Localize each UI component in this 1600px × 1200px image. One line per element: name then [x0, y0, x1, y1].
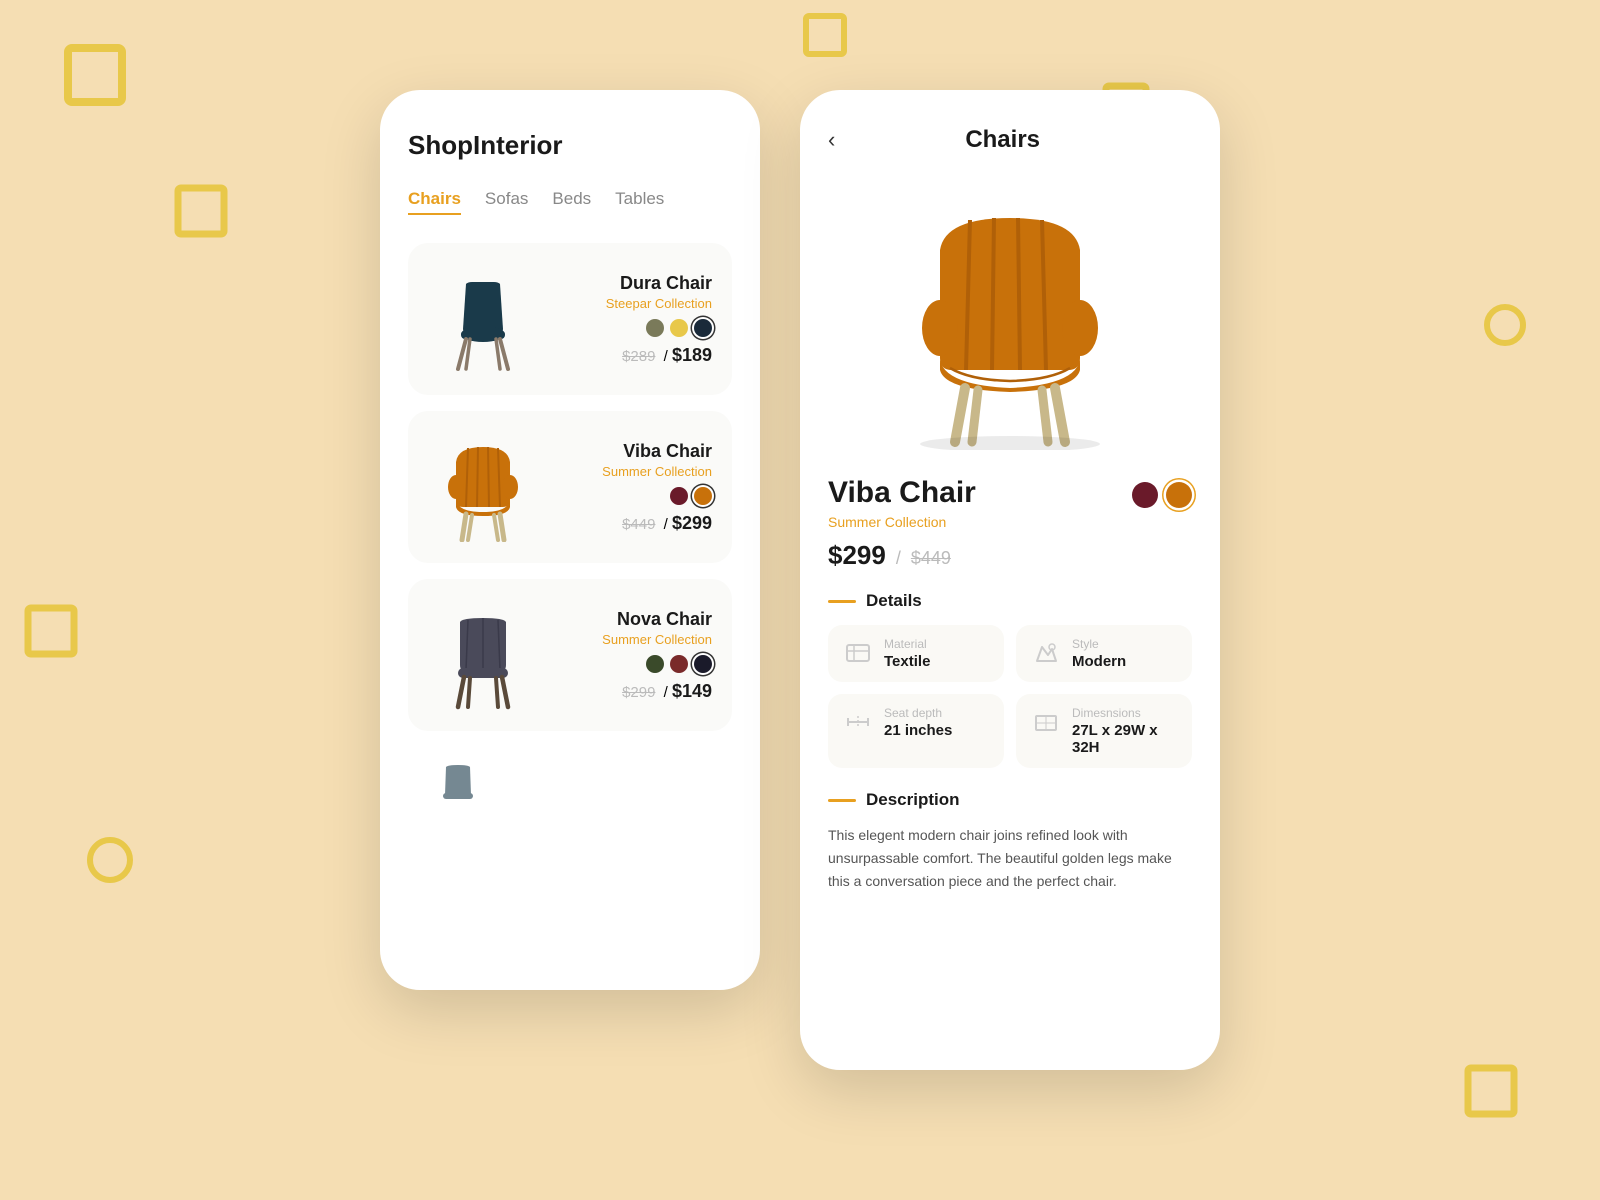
tile-label-seat-depth: Seat depth	[884, 706, 952, 720]
tab-tables[interactable]: Tables	[615, 189, 664, 215]
detail-content: Viba Chair Summer Collection $299 / $449…	[800, 460, 1220, 913]
price-new-dura: $189	[672, 345, 712, 365]
product-price-dura: $289 / $189	[558, 345, 712, 366]
description-section-line	[828, 799, 856, 802]
deco-circle-bl	[80, 830, 140, 890]
style-icon	[1030, 637, 1062, 669]
product-price-viba: $449 / $299	[558, 513, 712, 534]
tile-value-style: Modern	[1072, 653, 1126, 670]
tile-style: Style Modern	[1016, 625, 1192, 682]
product-image-dura	[418, 259, 548, 379]
description-section-label: Description	[866, 790, 960, 810]
detail-name-row: Viba Chair	[828, 476, 1192, 510]
product-name-dura: Dura Chair	[558, 273, 712, 294]
product-collection-viba: Summer Collection	[558, 464, 712, 479]
tab-beds[interactable]: Beds	[552, 189, 591, 215]
tile-value-seat-depth: 21 inches	[884, 722, 952, 739]
product-card-partial	[408, 747, 732, 817]
tile-value-material: Textile	[884, 653, 930, 670]
swatch-olive[interactable]	[646, 319, 664, 337]
deco-square-top-mid	[800, 10, 855, 65]
tile-value-dimensions: 27L x 29W x 32H	[1072, 722, 1178, 756]
price-new-nova: $149	[672, 681, 712, 701]
details-section-line	[828, 600, 856, 603]
category-tabs: Chairs Sofas Beds Tables	[408, 189, 732, 215]
dura-chair-illustration	[428, 264, 538, 374]
product-card-viba[interactable]: Viba Chair Summer Collection $449 / $299	[408, 411, 732, 563]
product-card-dura[interactable]: Dura Chair Steepar Collection $289 / $18…	[408, 243, 732, 395]
material-icon	[842, 637, 874, 669]
app-title: ShopInterior	[408, 130, 732, 161]
tile-info-seat-depth: Seat depth 21 inches	[884, 706, 952, 739]
deco-square-tl	[60, 40, 140, 120]
details-grid: Material Textile Style	[828, 625, 1192, 768]
tab-chairs[interactable]: Chairs	[408, 189, 461, 215]
detail-price-row: $299 / $449	[828, 540, 1192, 571]
product-collection-dura: Steepar Collection	[558, 296, 712, 311]
product-info-nova: Nova Chair Summer Collection $299 / $149	[558, 609, 712, 702]
phones-container: ShopInterior Chairs Sofas Beds Tables	[380, 90, 1220, 1070]
color-swatches-dura	[558, 319, 712, 337]
product-collection-nova: Summer Collection	[558, 632, 712, 647]
product-info-dura: Dura Chair Steepar Collection $289 / $18…	[558, 273, 712, 366]
deco-square-br	[1460, 1060, 1530, 1130]
viba-chair-hero	[870, 190, 1150, 450]
deco-square-ml	[20, 600, 90, 670]
detail-price-old: $449	[911, 548, 951, 569]
detail-collection: Summer Collection	[828, 514, 1192, 530]
phone-left: ShopInterior Chairs Sofas Beds Tables	[380, 90, 760, 990]
tab-sofas[interactable]: Sofas	[485, 189, 528, 215]
detail-swatch-burgundy[interactable]	[1132, 482, 1158, 508]
product-name-viba: Viba Chair	[558, 441, 712, 462]
product-card-nova[interactable]: Nova Chair Summer Collection $299 / $149	[408, 579, 732, 731]
details-section-header: Details	[828, 591, 1192, 611]
product-image-nova	[418, 595, 548, 715]
details-section-label: Details	[866, 591, 922, 611]
viba-chair-illustration	[428, 432, 538, 542]
detail-page-title: Chairs	[835, 126, 1170, 154]
partial-chair-icon	[428, 757, 488, 817]
price-old-dura: $289	[622, 348, 655, 365]
product-price-nova: $299 / $149	[558, 681, 712, 702]
swatch-burgundy[interactable]	[670, 487, 688, 505]
swatch-orange[interactable]	[694, 487, 712, 505]
tile-seat-depth: Seat depth 21 inches	[828, 694, 1004, 768]
dimensions-icon	[1030, 706, 1062, 738]
product-info-viba: Viba Chair Summer Collection $449 / $299	[558, 441, 712, 534]
color-swatches-nova	[558, 655, 712, 673]
tile-info-material: Material Textile	[884, 637, 930, 670]
detail-header: ‹ Chairs	[800, 90, 1220, 170]
detail-color-swatches	[1132, 482, 1192, 508]
description-text: This elegent modern chair joins refined …	[828, 824, 1192, 893]
deco-square-left-mid	[170, 180, 240, 250]
phone-right: ‹ Chairs	[800, 90, 1220, 1070]
detail-chair-name: Viba Chair	[828, 476, 976, 510]
tile-label-style: Style	[1072, 637, 1126, 651]
price-old-viba: $449	[622, 516, 655, 533]
nova-chair-illustration	[428, 600, 538, 710]
swatch-navy[interactable]	[694, 319, 712, 337]
deco-circle-r	[1480, 300, 1530, 350]
price-old-nova: $299	[622, 684, 655, 701]
swatch-green[interactable]	[646, 655, 664, 673]
tile-info-style: Style Modern	[1072, 637, 1126, 670]
price-new-viba: $299	[672, 513, 712, 533]
color-swatches-viba	[558, 487, 712, 505]
tile-label-dimensions: Dimesnsions	[1072, 706, 1178, 720]
tile-info-dimensions: Dimesnsions 27L x 29W x 32H	[1072, 706, 1178, 756]
swatch-red[interactable]	[670, 655, 688, 673]
detail-swatch-orange[interactable]	[1166, 482, 1192, 508]
tile-label-material: Material	[884, 637, 930, 651]
product-image-viba	[418, 427, 548, 547]
detail-price-new: $299	[828, 540, 886, 571]
tile-dimensions: Dimesnsions 27L x 29W x 32H	[1016, 694, 1192, 768]
seat-depth-icon	[842, 706, 874, 738]
swatch-black[interactable]	[694, 655, 712, 673]
swatch-gold[interactable]	[670, 319, 688, 337]
description-section-header: Description	[828, 790, 1192, 810]
hero-image-area	[800, 170, 1220, 460]
product-name-nova: Nova Chair	[558, 609, 712, 630]
back-button[interactable]: ‹	[828, 127, 835, 153]
tile-material: Material Textile	[828, 625, 1004, 682]
